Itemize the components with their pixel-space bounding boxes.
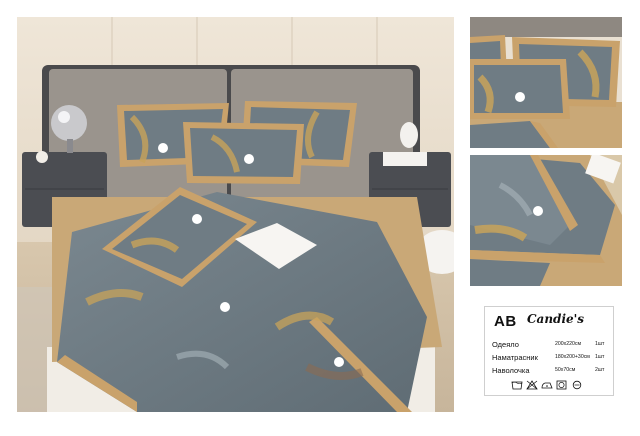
wash-30-icon [511, 381, 523, 390]
iron-low-icon [541, 382, 553, 389]
spec-row-pillowcase: Наволочка 50x70см 2шт [492, 366, 607, 376]
spec-row-mattress-cover: Наматрасник 180x200+30см 1шт [492, 353, 607, 363]
spec-item-size: 180x200+30см [555, 354, 590, 360]
spec-row-duvet: Одеяло 200x220см 1шт [492, 340, 607, 350]
dry-clean-icon [572, 380, 582, 390]
no-bleach-icon [526, 380, 538, 390]
pillow-detail-scene [470, 17, 622, 148]
duvet-detail-photo [470, 155, 622, 286]
pillow-detail-photo [470, 17, 622, 148]
care-icons [511, 380, 587, 390]
spec-item-qty: 1шт [595, 341, 605, 347]
tumble-dry-icon [556, 380, 567, 390]
spec-item-qty: 1шт [595, 354, 605, 360]
product-label-card: AB Candie's Одеяло 200x220см 1шт Наматра… [484, 306, 614, 396]
bedroom-scene [17, 17, 454, 412]
spec-item-name: Наматрасник [492, 353, 538, 362]
spec-item-name: Одеяло [492, 340, 519, 349]
main-bedding-photo [17, 17, 454, 412]
spec-item-name: Наволочка [492, 366, 530, 375]
spec-item-qty: 2шт [595, 367, 605, 373]
spec-item-size: 200x220см [555, 341, 582, 347]
brand-logo: Candie's [527, 312, 585, 326]
spec-item-size: 50x70см [555, 367, 576, 373]
duvet-detail-scene [470, 155, 622, 286]
product-code: AB [494, 313, 517, 330]
